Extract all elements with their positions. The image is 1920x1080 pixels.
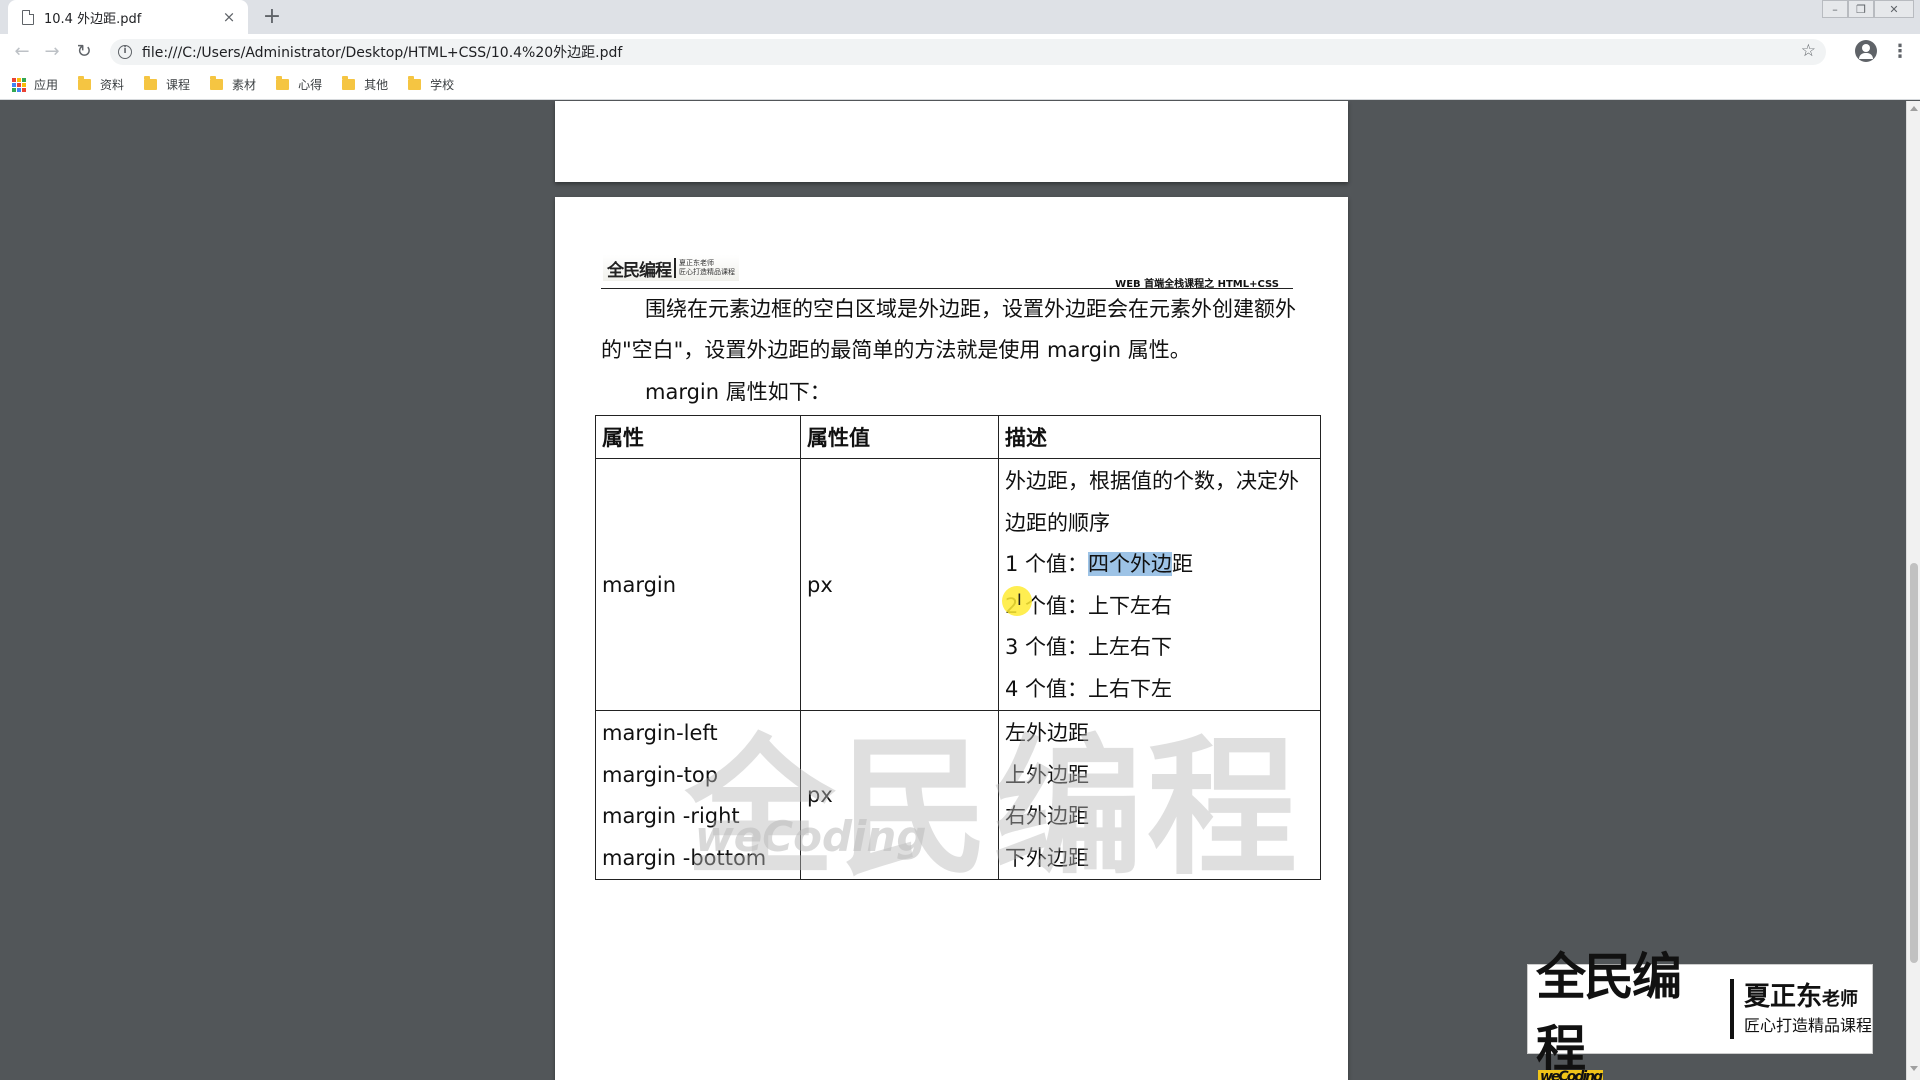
url-text[interactable]: file:///C:/Users/Administrator/Desktop/H… <box>142 42 622 62</box>
brand-logo: 全民编程 weCoding 夏正东老师 匠心打造精品课程 <box>1527 948 1873 1080</box>
desc-line: 3 个值：上左右下 <box>1005 635 1173 659</box>
tab-title: 10.4 外边距.pdf <box>44 11 142 27</box>
brand-divider <box>1730 979 1734 1039</box>
folder-icon <box>210 76 224 90</box>
header-course-title: WEB 首端全栈课程之 HTML+CSS <box>1115 279 1279 290</box>
scroll-up-arrow-icon[interactable] <box>1910 106 1918 111</box>
folder-icon <box>342 76 356 90</box>
tab-active[interactable]: 10.4 外边距.pdf × <box>8 0 248 34</box>
table-header-cell: 属性值 <box>800 415 999 459</box>
bookmark-folder[interactable]: 素材 <box>210 76 256 93</box>
bookmark-label: 其他 <box>364 78 389 92</box>
close-window-button[interactable]: ✕ <box>1874 0 1914 18</box>
forward-button[interactable]: → <box>38 38 66 66</box>
desc-line: 1 个值：四个外边距 <box>1005 544 1314 586</box>
bookmark-folder[interactable]: 资料 <box>78 76 124 93</box>
brand-slogan: 匠心打造精品课程 <box>1743 1015 1872 1035</box>
new-tab-button[interactable]: + <box>258 3 286 31</box>
margin-properties-table: 属性 属性值 描述 margin px 外边距，根据值的个数，决定外 边距的顺序… <box>595 415 1321 880</box>
bookmark-label: 课程 <box>166 78 191 92</box>
scroll-thumb[interactable] <box>1910 563 1918 963</box>
info-icon[interactable]: i <box>118 45 132 59</box>
tab-strip: 10.4 外边距.pdf × + – ❐ ✕ <box>0 0 1920 34</box>
desc-line: 左外边距 <box>1005 721 1089 745</box>
desc-line: 下外边距 <box>1005 845 1089 870</box>
folder-icon <box>144 76 158 90</box>
desc-prefix: 1 个值： <box>1005 552 1089 576</box>
brand-main-wrap: 全民编程 weCoding <box>1536 937 1722 1080</box>
menu-icon[interactable]: ⋮ <box>1890 38 1910 66</box>
paragraph-line: 的"空白"，设置外边距的最简单的方法就是使用 margin 属性。 <box>601 338 1191 362</box>
header-logo-text: 全民编程 <box>607 260 672 281</box>
pdf-page-previous <box>555 101 1348 182</box>
bookmark-folder[interactable]: 其他 <box>342 76 388 93</box>
brand-english: weCoding <box>1538 1070 1603 1080</box>
brand-teacher-block: 夏正东老师 匠心打造精品课程 <box>1744 982 1872 1037</box>
table-row: margin px 外边距，根据值的个数，决定外 边距的顺序 1 个值：四个外边… <box>595 458 1321 711</box>
table-cell-description: 外边距，根据值的个数，决定外 边距的顺序 1 个值：四个外边距 2 个值：上下左… <box>998 458 1321 711</box>
watermark-english: weCoding <box>695 812 927 861</box>
text-cursor-icon: I <box>1017 590 1022 609</box>
bookmark-label: 资料 <box>100 78 125 92</box>
header-logo-sub: 夏正东老师 匠心打造精品课程 <box>679 259 735 277</box>
desc-line: 上外边距 <box>1005 762 1089 787</box>
pdf-page: 全民编程 夏正东老师 匠心打造精品课程 WEB 首端全栈课程之 HTML+CSS… <box>555 197 1348 1080</box>
bookmark-label: 学校 <box>430 78 455 92</box>
bookmark-label: 应用 <box>34 78 59 92</box>
browser-toolbar: ← → ↻ i file:///C:/Users/Administrator/D… <box>0 34 1920 70</box>
vertical-scrollbar[interactable] <box>1906 101 1920 1080</box>
pdf-viewer[interactable]: 全民编程 夏正东老师 匠心打造精品课程 WEB 首端全栈课程之 HTML+CSS… <box>0 101 1906 1080</box>
desc-line: 外边距，根据值的个数，决定外 <box>1005 469 1299 493</box>
table-header-cell: 属性 <box>595 415 801 459</box>
text-selection-highlight: 四个外边 <box>1088 552 1173 576</box>
bookmark-folder[interactable]: 心得 <box>276 76 322 93</box>
table-header-cell: 描述 <box>998 415 1321 459</box>
apps-grid-icon <box>12 77 26 92</box>
profile-icon[interactable] <box>1855 40 1877 62</box>
bookmark-label: 素材 <box>232 78 257 92</box>
bookmark-label: 心得 <box>298 78 323 92</box>
bookmark-apps[interactable]: 应用 <box>12 76 58 93</box>
bookmark-star-icon[interactable]: ☆ <box>1801 41 1816 61</box>
scroll-down-arrow-icon[interactable] <box>1910 1066 1918 1071</box>
header-logo-divider <box>674 258 676 278</box>
table-cell-value: px <box>800 458 999 711</box>
desc-suffix: 距 <box>1172 552 1194 576</box>
bookmarks-bar: 应用 资料 课程 素材 心得 其他 学校 <box>0 70 1920 100</box>
document-icon <box>22 9 34 25</box>
bookmark-folder[interactable]: 课程 <box>144 76 190 93</box>
reload-button[interactable]: ↻ <box>70 38 98 66</box>
folder-icon <box>408 76 422 90</box>
brand-main-text: 全民编程 <box>1536 948 1682 1078</box>
folder-icon <box>276 76 290 90</box>
folder-icon <box>78 76 92 90</box>
paragraph-line: 围绕在元素边框的空白区域是外边距，设置外边距会在元素外创建额外 <box>645 297 1296 321</box>
restore-button[interactable]: ❐ <box>1848 0 1874 18</box>
table-cell-description: 左外边距 上外边距 右外边距 下外边距 <box>998 710 1321 880</box>
table-cell-property: margin <box>595 458 801 711</box>
bookmark-folder[interactable]: 学校 <box>408 76 454 93</box>
desc-line: 边距的顺序 <box>1005 510 1110 535</box>
desc-line: 4 个值：上右下左 <box>1005 676 1173 701</box>
property-name: margin-left <box>602 721 718 745</box>
tab-close-button[interactable]: × <box>220 8 238 26</box>
desc-line: 2 个值：上下左右 <box>1005 593 1173 618</box>
brand-teacher-name: 夏正东 <box>1743 981 1822 1012</box>
table-header-row: 属性 属性值 描述 <box>595 415 1321 459</box>
header-logo: 全民编程 夏正东老师 匠心打造精品课程 <box>603 255 739 281</box>
brand-teacher: 夏正东老师 <box>1744 982 1872 1015</box>
back-button[interactable]: ← <box>8 38 36 66</box>
brand-teacher-title: 老师 <box>1822 988 1858 1010</box>
address-bar[interactable]: i file:///C:/Users/Administrator/Desktop… <box>110 39 1826 65</box>
minimize-button[interactable]: – <box>1822 0 1848 18</box>
pdf-page-header: 全民编程 夏正东老师 匠心打造精品课程 WEB 首端全栈课程之 HTML+CSS <box>601 255 1293 290</box>
header-logo-name: 夏正东老师 <box>679 259 714 267</box>
paragraph-line: margin 属性如下： <box>645 380 831 404</box>
property-name: margin-top <box>602 762 719 787</box>
header-logo-slogan: 匠心打造精品课程 <box>679 268 735 276</box>
desc-line: 右外边距 <box>1005 804 1089 828</box>
